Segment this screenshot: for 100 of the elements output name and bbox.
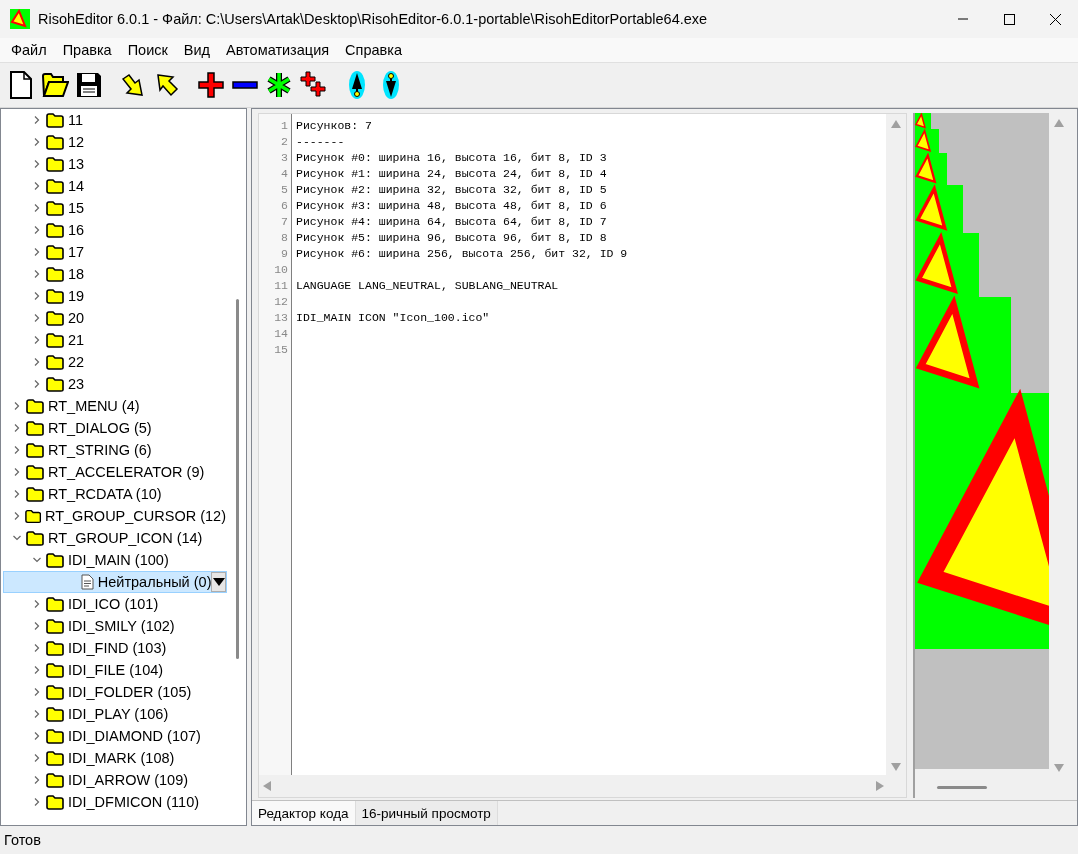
chevron-right-icon[interactable] [12,401,22,411]
chevron-right-icon[interactable] [32,753,42,763]
line-number: 5 [280,182,289,198]
code-line: Рисунок #3: ширина 48, высота 48, бит 8, ID 6 [296,198,608,214]
chevron-right-icon[interactable] [12,423,22,433]
tree-item[interactable]: RT_GROUP_CURSOR (12) [3,505,227,527]
chevron-right-icon[interactable] [32,797,42,807]
tree-item[interactable]: 22 [3,351,227,373]
tree-item[interactable]: Нейтральный (0) [3,571,227,593]
chevron-right-icon[interactable] [12,445,22,455]
chevron-right-icon[interactable] [32,335,42,345]
tree-item[interactable]: IDI_SMILY (102) [3,615,227,637]
chevron-right-icon[interactable] [32,313,42,323]
chevron-right-icon[interactable] [32,687,42,697]
tree-item[interactable]: RT_ACCELERATOR (9) [3,461,227,483]
tree-item-label: 21 [68,332,85,348]
menu-item[interactable]: Автоматизация [218,42,338,58]
tree-item-label: RT_RCDATA (10) [48,486,162,502]
scroll-up-icon[interactable] [891,120,901,128]
tree-item[interactable]: 18 [3,263,227,285]
save-icon [75,70,103,100]
tree-item[interactable]: 12 [3,131,227,153]
chevron-right-icon[interactable] [32,357,42,367]
chevron-right-icon[interactable] [32,203,42,213]
tree-item[interactable]: 21 [3,329,227,351]
chevron-right-icon[interactable] [32,665,42,675]
line-number: 2 [280,134,289,150]
tree-item[interactable]: IDI_DFMICON (110) [3,791,227,813]
tree-item[interactable]: 20 [3,307,227,329]
chevron-right-icon[interactable] [32,269,42,279]
chevron-right-icon[interactable] [32,159,42,169]
tree-item[interactable]: IDI_ARROW (109) [3,769,227,791]
tree-item[interactable]: 15 [3,197,227,219]
line-number: 8 [280,230,289,246]
chevron-right-icon[interactable] [32,181,42,191]
scroll-up-icon[interactable] [1054,119,1064,127]
chevron-right-icon[interactable] [32,291,42,301]
menu-item[interactable]: Поиск [119,42,176,58]
tree-item[interactable]: IDI_FIND (103) [3,637,227,659]
folder-icon [46,354,64,370]
folder-icon [46,222,64,238]
tree-item[interactable]: IDI_PLAY (106) [3,703,227,725]
chevron-right-icon[interactable] [32,247,42,257]
line-number: 13 [273,310,289,326]
scroll-down-icon[interactable] [891,763,901,771]
scrollbar-thumb[interactable] [236,299,239,659]
tree-item[interactable]: IDI_FOLDER (105) [3,681,227,703]
tree-item[interactable]: RT_STRING (6) [3,439,227,461]
menu-item[interactable]: Файл [3,42,55,58]
tree-item[interactable]: IDI_DIAMOND (107) [3,725,227,747]
chevron-right-icon[interactable] [32,643,42,653]
chevron-right-icon[interactable] [32,137,42,147]
line-number: 3 [280,150,289,166]
tree-item[interactable]: 23 [3,373,227,395]
dropdown-button[interactable] [211,572,226,592]
tree-item[interactable]: IDI_ICO (101) [3,593,227,615]
tree-item[interactable]: RT_DIALOG (5) [3,417,227,439]
chevron-right-icon[interactable] [32,599,42,609]
tree-item[interactable]: 13 [3,153,227,175]
chevron-right-icon[interactable] [32,115,42,125]
folder-icon [26,486,44,502]
tree-item-label: 16 [68,222,85,238]
tree-item[interactable]: 16 [3,219,227,241]
tree-item[interactable]: IDI_MAIN (100) [3,549,227,571]
chevron-right-icon[interactable] [12,467,22,477]
tree-item-label: IDI_ARROW (109) [68,772,189,788]
tree-item[interactable]: RT_RCDATA (10) [3,483,227,505]
tree-item[interactable]: RT_MENU (4) [3,395,227,417]
scrollbar-thumb[interactable] [937,785,987,789]
minus-icon [232,81,258,89]
tree-item-label: 19 [68,288,85,304]
tree-item[interactable]: RT_GROUP_ICON (14) [3,527,227,549]
line-number: 15 [273,342,289,358]
menu-item[interactable]: Вид [175,42,219,58]
chevron-right-icon[interactable] [32,731,42,741]
tab[interactable]: Редактор кода [252,801,356,825]
tree-item[interactable]: 14 [3,175,227,197]
tree-item[interactable]: 11 [3,109,227,131]
tab[interactable]: 16-ричный просмотр [355,801,498,825]
tree-item[interactable]: IDI_FILE (104) [3,659,227,681]
tree-item[interactable]: 17 [3,241,227,263]
line-number: 4 [280,166,289,182]
line-number: 12 [273,294,289,310]
menu-item[interactable]: Правка [54,42,120,58]
chevron-right-icon[interactable] [32,775,42,785]
chevron-right-icon[interactable] [32,379,42,389]
tree-item[interactable]: 19 [3,285,227,307]
chevron-down-icon[interactable] [32,555,42,565]
folder-icon [46,266,64,282]
chevron-right-icon[interactable] [32,709,42,719]
scroll-down-icon[interactable] [1054,764,1064,772]
menu-item[interactable]: Справка [337,42,410,58]
tree-item[interactable]: IDI_MARK (108) [3,747,227,769]
scroll-left-icon[interactable] [263,781,271,791]
chevron-right-icon[interactable] [12,489,22,499]
chevron-right-icon[interactable] [32,621,42,631]
scroll-right-icon[interactable] [876,781,884,791]
chevron-right-icon[interactable] [32,225,42,235]
chevron-right-icon[interactable] [12,511,22,521]
chevron-down-icon[interactable] [12,533,22,543]
